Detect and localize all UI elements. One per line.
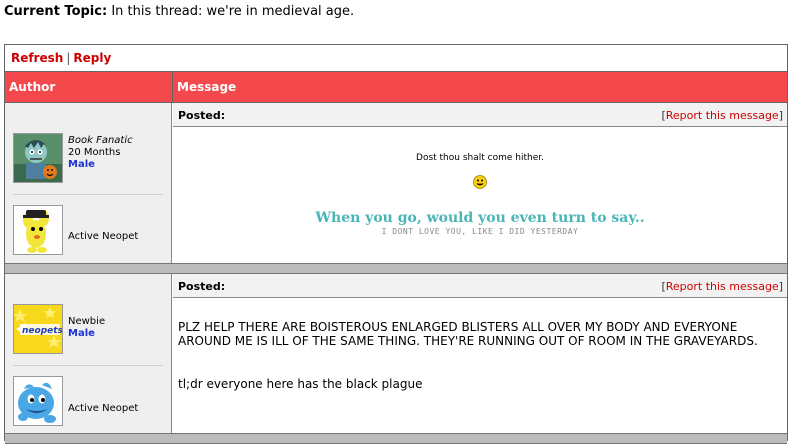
post-1-line1: Dost thou shalt come hither. [416, 153, 544, 163]
reply-link[interactable]: Reply [73, 51, 111, 65]
post-1-author-info: Book Fanatic 20 Months Male [68, 135, 133, 171]
post-1-lyric-subline: I DONT LOVE YOU, LIKE I DID YESTERDAY [381, 227, 579, 236]
post-1-posted-label: Posted: [178, 109, 226, 122]
post-separator [5, 263, 787, 274]
message-board: Refresh | Reply Author Message Book Fanati… [4, 44, 788, 444]
table-header: Author Message [5, 71, 787, 103]
post-2-report: [Report this message] [661, 280, 783, 293]
message-column-header: Message [177, 80, 237, 94]
board-actions: Refresh | Reply [11, 51, 111, 65]
post-2-author-title: Newbie [68, 316, 106, 327]
post-1-message-cell: Posted: [Report this message] Dost thou … [173, 103, 787, 263]
post-2-pet-status: Active Neopet [68, 403, 139, 414]
post-2-body-paragraph-1: PLZ HELP THERE ARE BOISTEROUS ENLARGED B… [178, 320, 758, 348]
current-topic: Current Topic: In this thread: we're in … [4, 4, 354, 19]
post-2-message-cell: Posted: [Report this message] PLZ HELP T… [173, 274, 787, 442]
yellow-pet-hat-icon[interactable] [13, 205, 63, 255]
post-separator [5, 433, 787, 444]
post-2-posted-label: Posted: [178, 280, 226, 293]
post-2-report-link[interactable]: Report this message [666, 280, 779, 293]
post-1-report: [Report this message] [661, 109, 783, 122]
report-bracket-close: ] [778, 280, 783, 293]
post-2-author-info: Newbie Male [68, 316, 105, 340]
post-1-posted-bar: Posted: [Report this message] [173, 103, 787, 127]
header-divider [172, 72, 173, 102]
post-2-body-paragraph-2: tl;dr everyone here has the black plague [178, 377, 423, 391]
post-1-author-gender: Male [68, 159, 95, 170]
post-1-pet-status: Active Neopet [68, 231, 139, 242]
neopets-star-logo-icon[interactable]: neopets [13, 304, 63, 354]
post-2-author-gender: Male [68, 328, 95, 339]
post-1-author-title: Book Fanatic [68, 135, 133, 146]
author-column-header: Author [9, 80, 56, 94]
refresh-link[interactable]: Refresh [11, 51, 63, 65]
blue-pet-icon[interactable] [13, 376, 63, 426]
author-cell-divider [13, 365, 163, 366]
post-1-author-cell: Book Fanatic 20 Months Male Active Neope… [5, 103, 172, 263]
svg-text:neopets: neopets [22, 326, 62, 336]
post-1-lyric-line: When you go, would you even turn to say.… [315, 210, 645, 226]
action-separator: | [66, 51, 71, 65]
post-1-author-age: 20 Months [68, 147, 121, 158]
post-2-author-cell: neopets Newbie Male Active Neopet [5, 274, 172, 442]
smiley-icon [173, 175, 787, 192]
current-topic-label: Current Topic: [4, 4, 108, 19]
post-2-posted-bar: Posted: [Report this message] [173, 274, 787, 298]
post-1-report-link[interactable]: Report this message [666, 109, 779, 122]
report-bracket-close: ] [778, 109, 783, 122]
author-cell-divider [13, 194, 163, 195]
zombie-avatar-icon[interactable] [13, 133, 63, 183]
current-topic-text: In this thread: we're in medieval age. [111, 4, 355, 19]
